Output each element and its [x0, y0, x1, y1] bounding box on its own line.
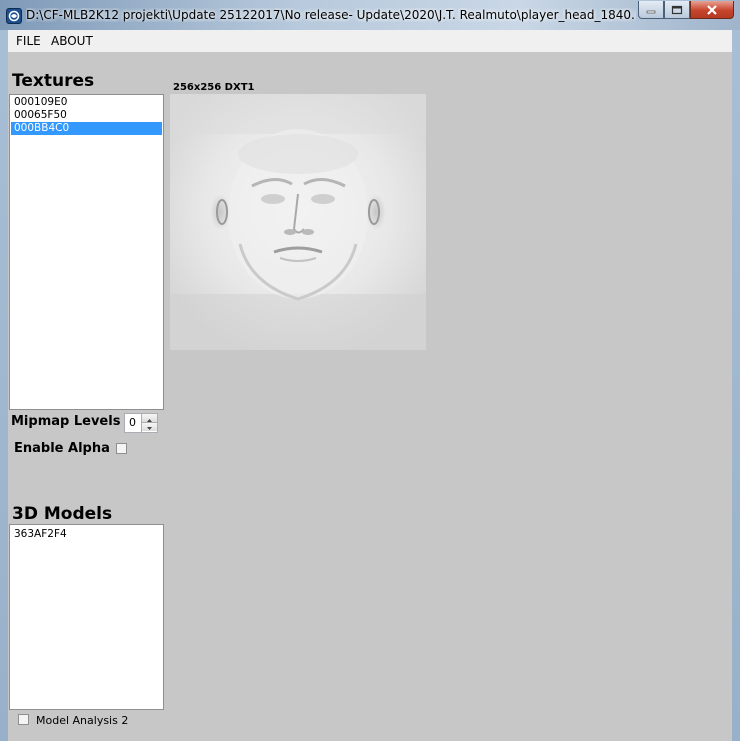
close-icon	[707, 4, 717, 15]
model-analysis-checkbox[interactable]	[18, 714, 29, 725]
enable-alpha-checkbox[interactable]	[116, 443, 127, 454]
texture-preview	[170, 94, 426, 350]
close-button[interactable]	[690, 1, 734, 19]
texture-item-selected[interactable]: 000BB4C0	[11, 122, 162, 135]
minimize-icon	[646, 10, 656, 13]
app-icon	[6, 8, 22, 24]
texture-item[interactable]: 000109E0	[11, 96, 162, 109]
minimize-button[interactable]	[638, 1, 664, 19]
textures-list[interactable]: 000109E0 00065F50 000BB4C0	[9, 94, 164, 410]
menu-about[interactable]: ABOUT	[51, 34, 93, 48]
model-item[interactable]: 363AF2F4	[11, 528, 162, 541]
face-texture-image	[170, 94, 426, 350]
maximize-icon	[671, 5, 683, 14]
spin-up-button[interactable]	[142, 414, 157, 423]
window-title: D:\CF-MLB2K12 projekti\Update 25122017\N…	[26, 8, 636, 22]
chevron-down-icon	[147, 427, 152, 430]
app-window: D:\CF-MLB2K12 projekti\Update 25122017\N…	[0, 0, 740, 741]
maximize-button[interactable]	[664, 1, 690, 19]
client-area: FILE ABOUT Textures 000109E0 00065F50 00…	[8, 30, 732, 741]
enable-alpha-label: Enable Alpha	[14, 441, 110, 456]
menu-file[interactable]: FILE	[16, 34, 41, 48]
models-title: 3D Models	[12, 504, 113, 524]
models-list[interactable]: 363AF2F4	[9, 524, 164, 710]
model-analysis-label: Model Analysis 2	[36, 714, 129, 727]
mipmap-levels-spinner[interactable]: 0	[124, 413, 158, 433]
spin-down-button[interactable]	[142, 423, 157, 431]
title-bar[interactable]: D:\CF-MLB2K12 projekti\Update 25122017\N…	[0, 0, 740, 30]
menu-bar: FILE ABOUT	[8, 30, 732, 52]
mipmap-levels-label: Mipmap Levels	[11, 414, 121, 429]
texture-info-label: 256x256 DXT1	[173, 82, 255, 93]
textures-title: Textures	[12, 71, 95, 91]
texture-item[interactable]: 00065F50	[11, 109, 162, 122]
mipmap-levels-value[interactable]: 0	[129, 416, 136, 429]
